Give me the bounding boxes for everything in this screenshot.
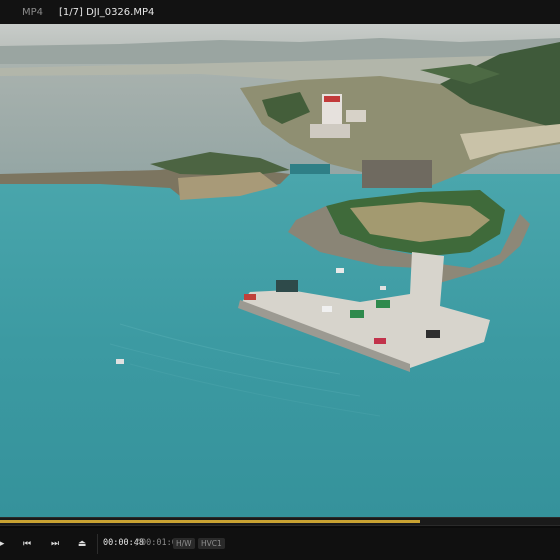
file-title: [1/7] DJI_0326.MP4 [59,6,155,18]
title-bar: MP4 [1/7] DJI_0326.MP4 [0,0,560,24]
skip-back-icon[interactable]: ⏮ [20,537,34,551]
playback-controls: ▶ ⏮ ⏭ ⏏ 00:00:48 / 00:01:04 H/W HVC1 [0,528,560,560]
controls-divider [97,534,98,554]
video-frame[interactable] [0,24,560,517]
time-separator: / [135,538,141,548]
play-icon[interactable]: ▶ [0,537,8,551]
format-label: MP4 [22,6,44,18]
seek-bar[interactable] [0,517,560,526]
aerial-harbor-image [0,24,560,517]
skip-forward-icon[interactable]: ⏭ [48,537,62,551]
decode-badge: H/W [173,538,195,549]
codec-badge: HVC1 [198,538,225,549]
eject-icon[interactable]: ⏏ [75,537,89,551]
seek-progress [0,520,420,523]
